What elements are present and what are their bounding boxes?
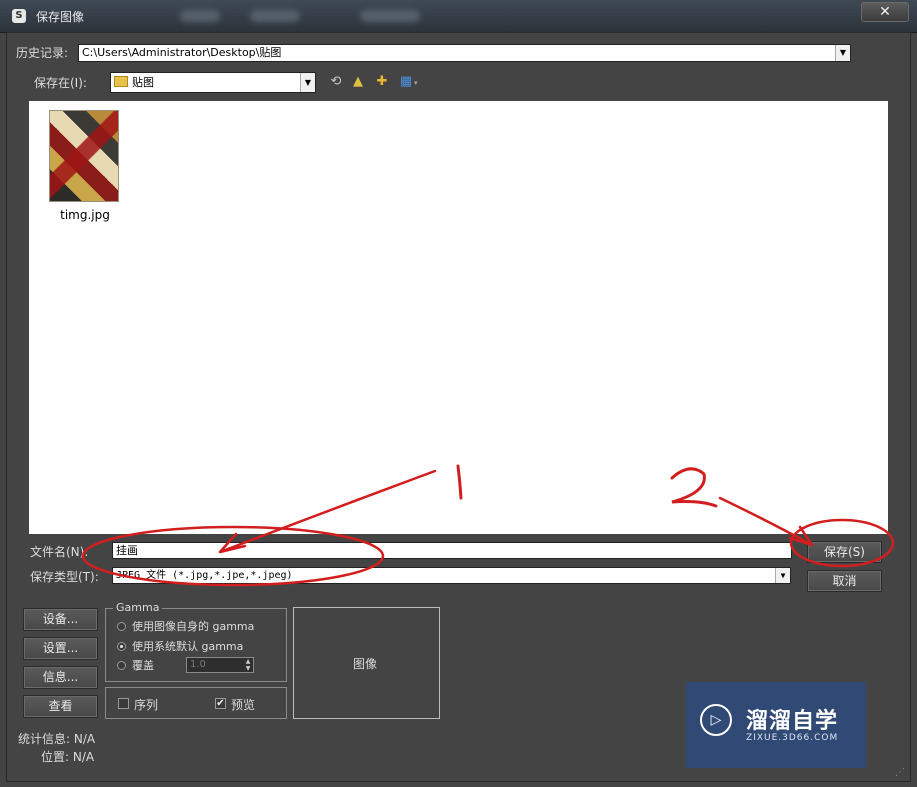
annotation-arrow-2 [718, 496, 814, 547]
annotation-layer [81, 464, 895, 587]
annotation-digit-2 [670, 467, 718, 508]
annotation-digit-1 [456, 464, 463, 500]
annotation-arrow-1 [218, 469, 437, 554]
